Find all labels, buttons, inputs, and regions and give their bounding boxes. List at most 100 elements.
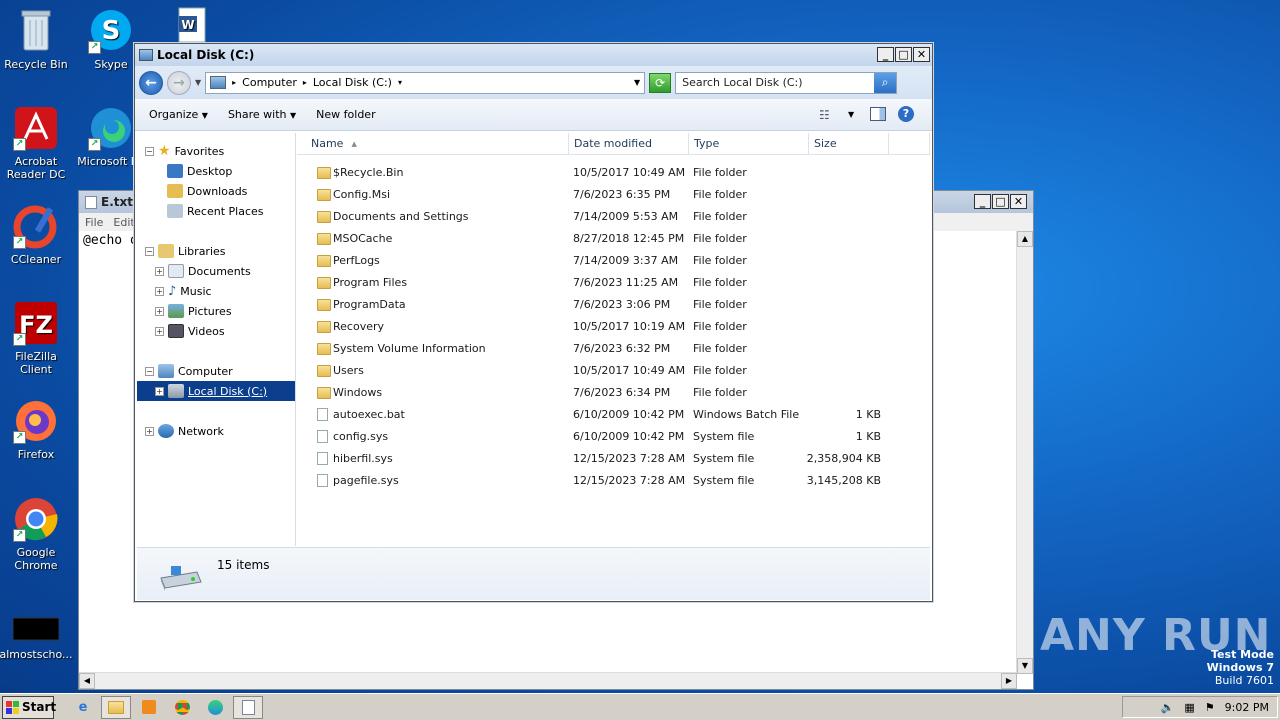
file-date: 7/6/2023 6:35 PM (573, 188, 671, 201)
expand-icon[interactable]: + (155, 286, 164, 296)
share-with-button[interactable]: Share with ▼ (228, 108, 296, 121)
start-button[interactable]: Start (2, 695, 56, 719)
breadcrumb-chevron-icon[interactable]: ▸ (232, 78, 236, 87)
table-row[interactable]: config.sys 6/10/2009 10:42 PM System file 1… (297, 426, 897, 448)
breadcrumb-chevron-icon[interactable]: ▸ (303, 78, 307, 87)
refresh-button[interactable]: ⟳ (649, 72, 672, 93)
address-bar[interactable]: ▸ Computer ▸ Local Disk (C:) ▾ ▼ (205, 71, 646, 94)
scroll-up-arrow[interactable]: ▲ (1017, 231, 1033, 247)
table-row[interactable]: Windows 7/6/2023 6:34 PM File folder (297, 382, 897, 404)
notepad-taskbar-icon[interactable] (233, 695, 263, 719)
close-button[interactable]: ✕ (913, 47, 930, 62)
explorer-titlebar[interactable]: Local Disk (C:) (135, 44, 932, 66)
minimize-button[interactable]: _ (877, 47, 894, 62)
preview-pane-icon[interactable] (870, 107, 886, 121)
column-header-name[interactable]: Name ▲ (297, 133, 569, 155)
expand-icon[interactable]: + (155, 386, 164, 396)
table-row[interactable]: System Volume Information 7/6/2023 6:32 P… (297, 338, 897, 360)
table-row[interactable]: ProgramData 7/6/2023 3:06 PM File folder (297, 294, 897, 316)
scroll-down-arrow[interactable]: ▼ (1017, 658, 1033, 674)
close-button[interactable]: ✕ (1010, 194, 1027, 209)
table-row[interactable]: Users 10/5/2017 10:49 AM File folder (297, 360, 897, 382)
nav-item-desktop[interactable]: Desktop (167, 161, 232, 181)
table-row[interactable]: Documents and Settings 7/14/2009 5:53 AM F… (297, 206, 897, 228)
flag-icon[interactable]: ⚑ (1205, 701, 1215, 714)
network-tray-icon[interactable]: ▦ (1184, 701, 1194, 714)
desktop-icon-almostscho[interactable]: almostscho... (0, 614, 74, 661)
clock[interactable]: 9:02 PM (1225, 701, 1269, 714)
desktop-icon-filezilla[interactable]: FZ ↗ FileZilla Client (0, 300, 74, 376)
view-options-chevron-icon[interactable]: ▼ (848, 110, 854, 119)
back-button[interactable]: ← (139, 70, 163, 95)
column-header-type[interactable]: Type (689, 133, 809, 155)
menu-file[interactable]: File (85, 216, 103, 229)
chrome-taskbar-icon[interactable] (167, 696, 197, 719)
scroll-right-arrow[interactable]: ▶ (1001, 673, 1017, 689)
organize-button[interactable]: Organize ▼ (149, 108, 208, 121)
nav-item-computer[interactable]: − Computer (145, 361, 233, 381)
nav-item-recent-places[interactable]: Recent Places (167, 201, 264, 221)
file-list: Name ▲ Date modified Type Size $Recycle.… (297, 133, 930, 546)
search-box[interactable]: Search Local Disk (C:) ⌕ (675, 71, 898, 94)
breadcrumb-local-disk[interactable]: Local Disk (C:) (313, 76, 392, 89)
new-folder-button[interactable]: New folder (316, 108, 375, 121)
volume-icon[interactable]: 🔈 (1161, 701, 1175, 714)
column-header-date[interactable]: Date modified (569, 133, 689, 155)
vertical-scrollbar[interactable]: ▲ ▼ (1016, 231, 1033, 674)
explorer-window[interactable]: Local Disk (C:) _ □ ✕ ← → ▼ ▸ Computer ▸… (134, 43, 933, 602)
expand-icon[interactable]: + (145, 426, 154, 436)
menu-edit[interactable]: Edit (113, 216, 134, 229)
collapse-icon[interactable]: − (145, 146, 154, 156)
scroll-left-arrow[interactable]: ◀ (79, 673, 95, 689)
desktop-icon-firefox[interactable]: ↗ Firefox (0, 398, 74, 461)
address-dropdown-icon[interactable]: ▼ (634, 78, 640, 87)
edge-taskbar-icon[interactable] (200, 696, 230, 719)
ie-taskbar-icon[interactable]: e (68, 696, 98, 719)
table-row[interactable]: autoexec.bat 6/10/2009 10:42 PM Windows Ba… (297, 404, 897, 426)
nav-item-videos[interactable]: + Videos (155, 321, 225, 341)
collapse-icon[interactable]: − (145, 366, 154, 376)
table-row[interactable]: Program Files 7/6/2023 11:25 AM File folde… (297, 272, 897, 294)
breadcrumb-computer[interactable]: Computer (242, 76, 297, 89)
change-view-icon[interactable]: ☷ (819, 108, 830, 122)
nav-item-local-disk[interactable]: + Local Disk (C:) (137, 381, 295, 401)
breadcrumb-chevron-icon[interactable]: ▾ (398, 78, 402, 87)
expand-icon[interactable]: + (155, 266, 164, 276)
file-date: 7/6/2023 6:32 PM (573, 342, 671, 355)
help-icon[interactable]: ? (898, 106, 914, 122)
nav-item-libraries[interactable]: − Libraries (145, 241, 226, 261)
table-row[interactable]: Recovery 10/5/2017 10:19 AM File folder (297, 316, 897, 338)
table-row[interactable]: MSOCache 8/27/2018 12:45 PM File folder (297, 228, 897, 250)
search-icon[interactable]: ⌕ (874, 72, 897, 93)
forward-button[interactable]: → (167, 70, 191, 95)
minimize-button[interactable]: _ (974, 194, 991, 209)
maximize-button[interactable]: □ (895, 47, 912, 62)
table-row[interactable]: pagefile.sys 12/15/2023 7:28 AM System fil… (297, 470, 897, 492)
search-input[interactable]: Search Local Disk (C:) (682, 76, 802, 89)
nav-item-downloads[interactable]: Downloads (167, 181, 247, 201)
table-row[interactable]: hiberfil.sys 12/15/2023 7:28 AM System fil… (297, 448, 897, 470)
table-row[interactable]: $Recycle.Bin 10/5/2017 10:49 AM File folde… (297, 162, 897, 184)
desktop-icon-acrobat[interactable]: ↗ Acrobat Reader DC (0, 105, 74, 181)
table-row[interactable]: Config.Msi 7/6/2023 6:35 PM File folder (297, 184, 897, 206)
nav-item-documents[interactable]: + Documents (155, 261, 251, 281)
collapse-icon[interactable]: − (145, 246, 154, 256)
maximize-button[interactable]: □ (992, 194, 1009, 209)
desktop-icon-chrome[interactable]: ↗ Google Chrome (0, 496, 74, 572)
nav-item-network[interactable]: + Network (145, 421, 224, 441)
column-header-extra[interactable] (889, 133, 930, 155)
column-header-size[interactable]: Size (809, 133, 889, 155)
horizontal-scrollbar[interactable]: ◀ ▶ (79, 672, 1017, 689)
expand-icon[interactable]: + (155, 326, 164, 336)
expand-icon[interactable]: + (155, 306, 164, 316)
recent-pages-chevron-icon[interactable]: ▼ (195, 78, 201, 87)
nav-item-music[interactable]: + ♪ Music (155, 281, 212, 301)
nav-item-favorites[interactable]: − ★ Favorites (145, 141, 224, 161)
nav-item-pictures[interactable]: + Pictures (155, 301, 232, 321)
desktop-icon-ccleaner[interactable]: ↗ CCleaner (0, 203, 74, 266)
table-row[interactable]: PerfLogs 7/14/2009 3:37 AM File folder (297, 250, 897, 272)
folder-icon (317, 365, 331, 377)
explorer-taskbar-icon[interactable] (101, 695, 131, 719)
desktop-icon-recycle-bin[interactable]: Recycle Bin (0, 8, 74, 71)
media-player-taskbar-icon[interactable] (134, 696, 164, 719)
